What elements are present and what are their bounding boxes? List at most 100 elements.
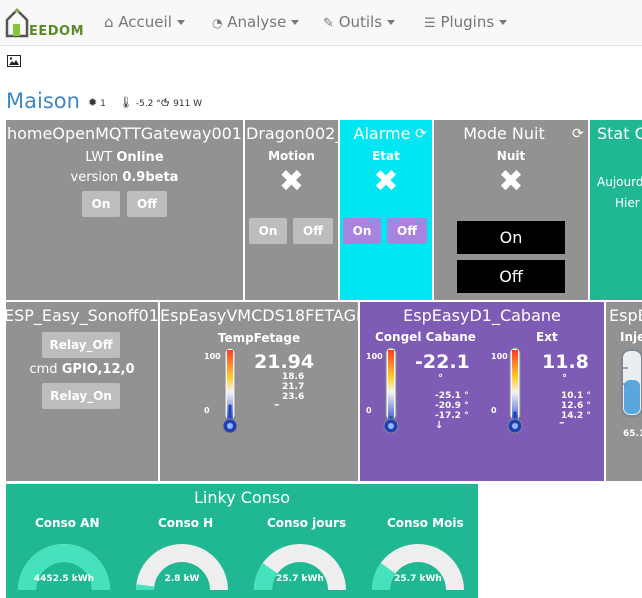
congel-unit: °: [438, 373, 443, 384]
stat-line-2: Hier: [615, 196, 640, 210]
nav-outils-label: Outils: [338, 13, 383, 31]
widget-alarme: Alarme ⟳ Etat ✖ On Off: [340, 120, 432, 300]
home-icon: ⌂: [104, 13, 114, 31]
refresh-icon[interactable]: ⟳: [415, 126, 427, 142]
summary-light[interactable]: ✹ 1: [88, 96, 106, 109]
congel-min: -25.1 °: [435, 391, 469, 401]
inje-label: Inje: [620, 330, 642, 344]
widget-name[interactable]: EspEasyD1_Cabane: [360, 306, 604, 325]
logo-text: EEDOM: [29, 24, 85, 39]
close-icon: ✖: [498, 164, 524, 199]
close-icon: ✖: [278, 164, 305, 199]
nav-analyse[interactable]: ◔ Analyse: [212, 13, 300, 31]
widget-dragon: Dragon002_ Motion ✖ On Off: [245, 120, 338, 300]
congel-label: Congel Cabane: [375, 330, 476, 344]
scale-max: 100: [204, 352, 221, 361]
summary-power[interactable]: ϟ 911 W: [163, 96, 202, 109]
nuit-label: Nuit: [496, 149, 526, 163]
gauge-label: Conso Mois: [387, 516, 464, 530]
gauge-value: 2.8 kW: [164, 574, 200, 584]
off-button[interactable]: Off: [457, 260, 565, 293]
off-button[interactable]: Off: [293, 218, 333, 244]
thermometer-bulb-shine: [512, 423, 518, 429]
list-icon: ☰: [424, 16, 436, 31]
widget-espe: EspE Inje 65.1: [606, 302, 642, 481]
logo-house-icon: [5, 8, 29, 38]
ext-max: 14.2 °: [561, 411, 591, 421]
wrench-icon: ✎: [323, 16, 334, 31]
motion-label: Motion: [268, 149, 315, 163]
ext-avg: 12.6 °: [561, 401, 591, 411]
stat-line-1: Aujourd: [597, 175, 642, 189]
ext-unit: °: [562, 373, 567, 384]
widget-name[interactable]: Mode Nuit: [434, 124, 588, 143]
jeedom-logo[interactable]: EEDOM: [5, 6, 84, 39]
widget-linky: Linky Conso Conso AN Conso H Conso jours…: [6, 484, 478, 598]
widget-sonoff: ESP_Easy_Sonoff01 Relay_Off cmd GPIO,12,…: [6, 302, 158, 481]
off-button[interactable]: Off: [127, 191, 167, 217]
refresh-icon[interactable]: ⟳: [572, 126, 584, 142]
espe-value: 65.1: [623, 429, 642, 439]
widget-name[interactable]: Linky Conso: [6, 488, 478, 507]
nav-plugins[interactable]: ☰ Plugins: [424, 13, 508, 31]
off-button[interactable]: Off: [387, 218, 427, 244]
congel-avg: -20.9 °: [435, 401, 469, 411]
temp-avg: 21.7: [282, 382, 305, 392]
nav-accueil-label: Accueil: [118, 13, 172, 31]
widget-mqtt-gateway: homeOpenMQTTGateway001 LWT Online versio…: [6, 120, 243, 300]
bolt-icon: ϟ: [163, 96, 171, 109]
thermometer-scale: [388, 350, 394, 420]
ext-min: 10.1 °: [561, 391, 591, 401]
thermometer-icon: [507, 347, 523, 434]
widget-name[interactable]: homeOpenMQTTGateway001: [6, 124, 243, 143]
widget-cabane: EspEasyD1_Cabane Congel Cabane Ext 100 0…: [360, 302, 604, 481]
on-button[interactable]: On: [82, 191, 120, 217]
scale-min: 0: [366, 406, 372, 415]
lwt-status: LWT Online: [85, 150, 164, 165]
nav-analyse-label: Analyse: [227, 13, 287, 31]
water-tube-icon: [621, 349, 642, 417]
widget-stat: Stat C Aujourd Hier: [590, 120, 642, 300]
widget-name[interactable]: EspEasyVMCDS18FETAGE: [160, 306, 358, 325]
widget-name[interactable]: Stat C: [597, 124, 642, 143]
on-button[interactable]: On: [343, 218, 381, 244]
thermometer-icon: [383, 347, 399, 434]
summary-temperature[interactable]: 🌡 -5.2 °C: [119, 96, 167, 109]
temp-max: 23.6: [282, 392, 305, 402]
nav-accueil[interactable]: ⌂ Accueil: [104, 13, 185, 31]
scale-min: 0: [204, 406, 210, 415]
nav-plugins-label: Plugins: [440, 13, 495, 31]
relay-off-button[interactable]: Relay_Off: [42, 332, 120, 358]
on-button[interactable]: On: [249, 218, 287, 244]
version-info: version 0.9beta: [70, 170, 179, 185]
gauge-value: 4452.5 kWh: [33, 574, 95, 584]
trend-icon: –: [559, 416, 565, 429]
thermometer-scale: [512, 350, 518, 420]
temp-label: TempFetage: [217, 331, 301, 345]
trend-icon: –: [274, 398, 280, 411]
gauge-value: 25.7 kWh: [276, 574, 324, 584]
chevron-down-icon: [176, 20, 185, 25]
gauge-value: 25.7 kWh: [394, 574, 442, 584]
congel-value: -22.1: [415, 351, 470, 373]
light-icon: ✹: [88, 96, 98, 109]
widget-name[interactable]: ESP_Easy_Sonoff01: [6, 306, 158, 325]
gauge-label: Conso jours: [267, 516, 347, 530]
on-button[interactable]: On: [457, 221, 565, 254]
thermometer-bulb-shine: [227, 423, 233, 429]
ext-value: 11.8: [542, 351, 589, 373]
page-title: Maison: [6, 89, 80, 113]
relay-on-button[interactable]: Relay_On: [42, 383, 120, 409]
close-icon: ✖: [373, 164, 399, 199]
temp-min: 18.6: [282, 372, 305, 382]
chevron-down-icon: [387, 20, 396, 25]
cmd-info: cmd GPIO,12,0: [29, 362, 135, 377]
temp-value: 21.94: [254, 351, 315, 373]
widget-name[interactable]: EspE: [609, 306, 642, 325]
widget-name[interactable]: Dragon002_: [246, 124, 338, 143]
etat-label: Etat: [372, 149, 400, 163]
thermometer-bulb-shine: [388, 423, 394, 429]
widget-vmc: EspEasyVMCDS18FETAGE TempFetage 100 0 21…: [160, 302, 358, 481]
image-icon[interactable]: [7, 52, 21, 71]
nav-outils[interactable]: ✎ Outils: [323, 13, 396, 31]
